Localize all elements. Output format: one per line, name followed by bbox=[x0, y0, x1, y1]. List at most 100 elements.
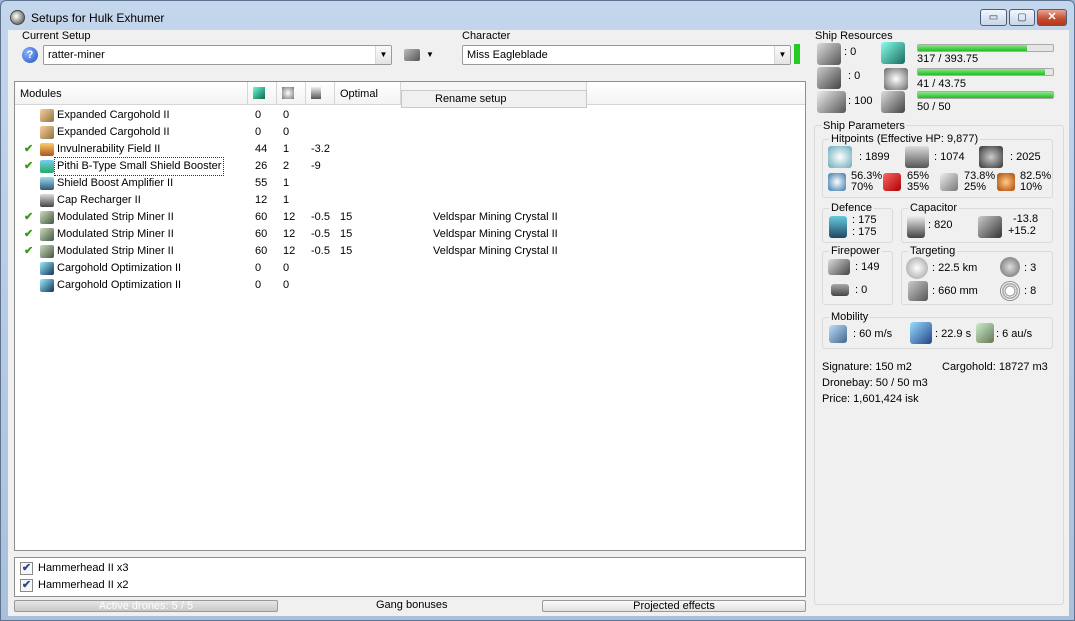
module-capacitor: -0.5 bbox=[311, 228, 330, 240]
explosive-armor-resist: 10% bbox=[1020, 181, 1043, 193]
module-active-check-icon: ✔ bbox=[24, 228, 34, 240]
mobility-group: Mobility : 60 m/s : 22.9 s : 6 au/s bbox=[822, 311, 1053, 349]
module-capacitor: -3.2 bbox=[311, 143, 330, 155]
projected-effects-button[interactable]: Projected effects bbox=[542, 600, 806, 612]
module-cpu: 26 bbox=[255, 160, 268, 172]
launcher-icon bbox=[817, 67, 841, 89]
drone-checkbox[interactable]: ✔ bbox=[20, 579, 33, 592]
title-bar[interactable]: Setups for Hulk Exhumer ▭ ▢ ✕ bbox=[1, 1, 1074, 31]
turret-icon bbox=[817, 43, 841, 65]
help-icon[interactable]: ? bbox=[22, 47, 38, 63]
maximize-button[interactable]: ▢ bbox=[1009, 9, 1035, 26]
capacitor-title: Capacitor bbox=[908, 202, 960, 214]
module-cpu: 55 bbox=[255, 177, 268, 189]
sensor-strength: : 8 bbox=[1024, 285, 1037, 297]
app-icon bbox=[10, 10, 25, 25]
armor-icon bbox=[905, 146, 929, 168]
cargohold-optimization-icon bbox=[40, 262, 54, 275]
cpu-bar-fill bbox=[918, 45, 1028, 51]
speed-icon bbox=[829, 325, 847, 343]
setup-actions-button[interactable]: ▼ bbox=[404, 47, 438, 63]
module-name: Expanded Cargohold II bbox=[57, 126, 170, 138]
module-row[interactable]: Expanded Cargohold II 0 0 bbox=[15, 124, 805, 141]
cpu-icon bbox=[881, 42, 905, 64]
module-cpu: 0 bbox=[255, 126, 262, 138]
module-cpu: 0 bbox=[255, 279, 262, 291]
module-cpu: 0 bbox=[255, 109, 262, 121]
module-power: 12 bbox=[283, 211, 296, 223]
module-row[interactable]: Shield Boost Amplifier II 55 1 bbox=[15, 175, 805, 192]
module-row[interactable]: Cap Recharger II 12 1 bbox=[15, 192, 805, 209]
module-row[interactable]: Cargohold Optimization II 0 0 bbox=[15, 277, 805, 294]
drone-checkbox[interactable]: ✔ bbox=[20, 562, 33, 575]
column-optimal[interactable]: Optimal bbox=[335, 82, 401, 104]
signature-radius: Signature: 150 m2 bbox=[822, 361, 912, 373]
column-modules[interactable]: Modules bbox=[15, 82, 248, 104]
cpu-icon bbox=[253, 87, 265, 99]
module-row[interactable]: Expanded Cargohold II 0 0 bbox=[15, 107, 805, 124]
hitpoints-title: Hitpoints (Effective HP: 9,877) bbox=[829, 133, 981, 145]
dropdown-arrow-icon: ▼ bbox=[426, 50, 434, 59]
firepower-group: Firepower : 149 : 0 bbox=[822, 245, 893, 305]
shield-hp: : 1899 bbox=[859, 151, 890, 163]
defence-title: Defence bbox=[829, 202, 874, 214]
shield-booster-icon bbox=[40, 160, 54, 173]
turret-slots: : 0 bbox=[844, 46, 857, 58]
thermal-resist-icon bbox=[883, 173, 901, 191]
module-row[interactable]: ✔ Invulnerability Field II 44 1 -3.2 bbox=[15, 141, 805, 158]
column-power[interactable] bbox=[277, 82, 306, 104]
strip-miner-icon bbox=[40, 211, 54, 224]
character-select[interactable]: Miss Eagleblade ▼ bbox=[462, 45, 791, 65]
cargohold-icon bbox=[40, 126, 54, 139]
ship-price: Price: 1,601,424 isk bbox=[822, 393, 919, 405]
thermal-armor-resist: 35% bbox=[907, 181, 930, 193]
module-row[interactable]: Cargohold Optimization II 0 0 bbox=[15, 260, 805, 277]
module-cpu: 12 bbox=[255, 194, 268, 206]
window-title: Setups for Hulk Exhumer bbox=[31, 11, 165, 25]
module-row[interactable]: ✔ Modulated Strip Miner II 60 12 -0.5 15 Velds… bbox=[15, 226, 805, 243]
kinetic-resist-icon bbox=[940, 173, 958, 191]
rename-setup-menu-item[interactable]: Rename setup bbox=[401, 90, 587, 108]
cargohold-capacity: Cargohold: 18727 m3 bbox=[942, 361, 1048, 373]
close-button[interactable]: ✕ bbox=[1037, 9, 1067, 26]
setup-select[interactable]: ratter-miner ▼ bbox=[43, 45, 392, 65]
shield-amplifier-icon bbox=[40, 177, 54, 190]
cap-recharger-icon bbox=[40, 194, 54, 207]
module-name: Modulated Strip Miner II bbox=[57, 228, 174, 240]
warp-speed-icon bbox=[976, 323, 994, 343]
module-row[interactable]: ✔ Modulated Strip Miner II 60 12 -0.5 15 Velds… bbox=[15, 243, 805, 260]
setup-value: ratter-miner bbox=[48, 49, 105, 61]
calibration-icon bbox=[817, 91, 846, 113]
ship-resources-group: Ship Resources : 0 : 0 : 100 317 / 393.7… bbox=[815, 30, 1062, 116]
capacitor-group: Capacitor : 820 -13.8 +15.2 bbox=[901, 202, 1053, 243]
targeting-range: : 22.5 km bbox=[932, 262, 978, 274]
drone-bandwidth-value: 50 / 50 bbox=[917, 101, 951, 113]
minimize-button[interactable]: ▭ bbox=[980, 9, 1007, 26]
module-active-check-icon: ✔ bbox=[24, 211, 34, 223]
active-drones-button[interactable]: Active drones: 5 / 5 bbox=[14, 600, 278, 612]
column-capacitor[interactable] bbox=[306, 82, 335, 104]
powergrid-icon bbox=[884, 68, 908, 90]
capacitor-delta-2: +15.2 bbox=[1008, 225, 1036, 237]
align-time: : 22.9 s bbox=[935, 328, 972, 340]
module-row[interactable]: ✔ Pithi B-Type Small Shield Booster 26 2 -9 bbox=[15, 157, 805, 176]
calibration-value: : 100 bbox=[848, 95, 873, 107]
em-armor-resist: 70% bbox=[851, 181, 874, 193]
drone-bandwidth-bar bbox=[917, 91, 1054, 99]
character-status-indicator bbox=[794, 44, 800, 64]
module-power: 12 bbox=[283, 228, 296, 240]
module-power: 0 bbox=[283, 126, 290, 138]
column-cpu[interactable] bbox=[248, 82, 277, 104]
module-name: Modulated Strip Miner II bbox=[57, 245, 174, 257]
drones-panel: ✔ Hammerhead II x3 ✔ Hammerhead II x2 bbox=[14, 557, 806, 597]
module-charge: Veldspar Mining Crystal II bbox=[433, 228, 558, 240]
ship-parameters-title: Ship Parameters bbox=[822, 120, 906, 132]
module-row[interactable]: ✔ Modulated Strip Miner II 60 12 -0.5 15 Velds… bbox=[15, 209, 805, 226]
cargohold-optimization-icon bbox=[40, 279, 54, 292]
module-power: 1 bbox=[283, 177, 290, 189]
gang-bonuses-link[interactable]: Gang bonuses bbox=[376, 599, 448, 611]
module-cpu: 44 bbox=[255, 143, 268, 155]
module-cpu: 0 bbox=[255, 262, 262, 274]
structure-icon bbox=[979, 146, 1003, 168]
module-name: Shield Boost Amplifier II bbox=[57, 177, 174, 189]
